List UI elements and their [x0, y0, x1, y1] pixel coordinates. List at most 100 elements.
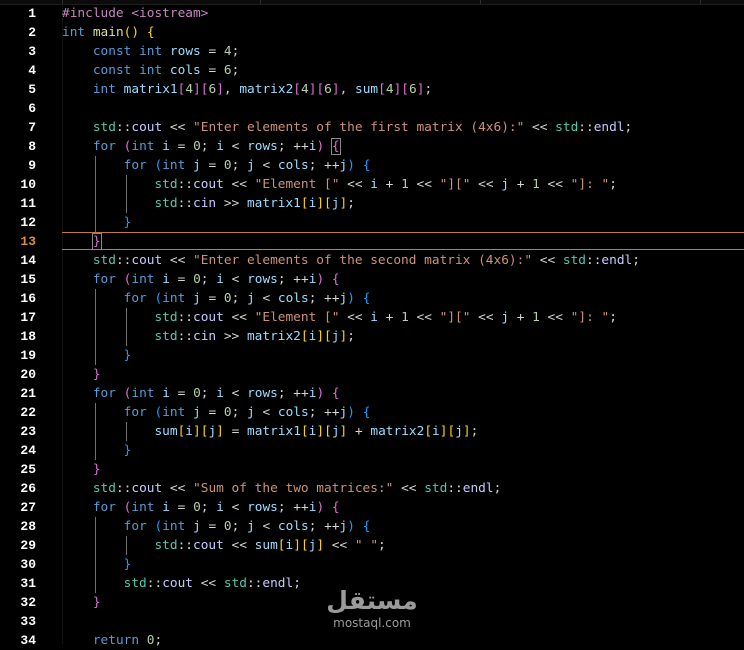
code-text[interactable]: for (int j = 0; j < cols; ++j) {	[62, 403, 371, 422]
code-text[interactable]: }	[62, 460, 101, 479]
code-text[interactable]: }	[62, 346, 132, 365]
line-number: 14	[20, 253, 36, 268]
code-text[interactable]: }	[62, 365, 101, 384]
code-line[interactable]: 6	[0, 99, 744, 118]
code-line[interactable]: 12 }	[0, 213, 744, 232]
code-text[interactable]: const int rows = 4;	[62, 42, 239, 61]
line-number: 13	[20, 234, 36, 249]
line-number: 20	[20, 367, 36, 382]
code-line[interactable]: 25 }	[0, 460, 744, 479]
line-number: 6	[28, 101, 36, 116]
code-line[interactable]: 2 int main() {	[0, 23, 744, 42]
code-line[interactable]: 10 std::cout << "Element [" << i + 1 << …	[0, 175, 744, 194]
code-line[interactable]: 22 for (int j = 0; j < cols; ++j) {	[0, 403, 744, 422]
code-line[interactable]: 34 return 0;	[0, 631, 744, 650]
line-number: 17	[20, 310, 36, 325]
line-number: 7	[28, 120, 36, 135]
code-line[interactable]: 11 std::cin >> matrix1[i][j];	[0, 194, 744, 213]
line-number: 3	[28, 44, 36, 59]
line-number: 29	[20, 538, 36, 553]
code-line[interactable]: 4 const int cols = 6;	[0, 61, 744, 80]
line-number: 15	[20, 272, 36, 287]
line-number: 25	[20, 462, 36, 477]
code-line[interactable]: 20 }	[0, 365, 744, 384]
code-text[interactable]: std::cout << sum[i][j] << " ";	[62, 536, 385, 555]
line-number: 22	[20, 405, 36, 420]
code-text[interactable]: const int cols = 6;	[62, 61, 239, 80]
code-text[interactable]: int matrix1[4][6], matrix2[4][6], sum[4]…	[62, 80, 432, 99]
line-number: 10	[20, 177, 36, 192]
code-line[interactable]: 30 }	[0, 555, 744, 574]
code-line[interactable]: 28 for (int j = 0; j < cols; ++j) {	[0, 517, 744, 536]
line-number: 26	[20, 481, 36, 496]
code-line[interactable]: 17 std::cout << "Element [" << i + 1 << …	[0, 308, 744, 327]
code-line[interactable]: 3 const int rows = 4;	[0, 42, 744, 61]
code-line[interactable]: 26 std::cout << "Sum of the two matrices…	[0, 479, 744, 498]
line-number: 12	[20, 215, 36, 230]
mostaql-watermark: مستقل mostaql.com	[322, 586, 422, 630]
code-line[interactable]: 24 }	[0, 441, 744, 460]
code-text[interactable]: for (int j = 0; j < cols; ++j) {	[62, 289, 371, 308]
code-text[interactable]: for (int j = 0; j < cols; ++j) {	[62, 517, 371, 536]
code-text[interactable]: return 0;	[62, 631, 162, 650]
line-number: 11	[20, 196, 36, 211]
line-number: 4	[28, 63, 36, 78]
code-text[interactable]: #include <iostream>	[62, 4, 208, 23]
code-text[interactable]: std::cin >> matrix1[i][j];	[62, 194, 354, 213]
line-number: 5	[28, 82, 36, 97]
line-number: 34	[20, 633, 36, 648]
code-text[interactable]: for (int i = 0; i < rows; ++i) {	[62, 498, 340, 517]
line-number: 32	[20, 595, 36, 610]
code-text[interactable]: }	[62, 232, 102, 251]
code-line[interactable]: 27 for (int i = 0; i < rows; ++i) {	[0, 498, 744, 517]
code-text[interactable]: for (int j = 0; j < cols; ++j) {	[62, 156, 371, 175]
code-line[interactable]: 8 for (int i = 0; i < rows; ++i) {	[0, 137, 744, 156]
code-text[interactable]: }	[62, 441, 132, 460]
code-text[interactable]: std::cout << "Enter elements of the firs…	[62, 118, 632, 137]
code-line[interactable]: 7 std::cout << "Enter elements of the fi…	[0, 118, 744, 137]
code-line[interactable]: 21 for (int i = 0; i < rows; ++i) {	[0, 384, 744, 403]
code-text[interactable]: std::cout << "Element [" << i + 1 << "][…	[62, 175, 616, 194]
code-line[interactable]: 16 for (int j = 0; j < cols; ++j) {	[0, 289, 744, 308]
line-number: 8	[28, 139, 36, 154]
code-line[interactable]: 15 for (int i = 0; i < rows; ++i) {	[0, 270, 744, 289]
code-text[interactable]: for (int i = 0; i < rows; ++i) {	[62, 270, 340, 289]
code-editor[interactable]: 1 #include <iostream> 2 int main() {3 const…	[0, 0, 744, 648]
code-text[interactable]: }	[62, 555, 132, 574]
code-line[interactable]: 9 for (int j = 0; j < cols; ++j) {	[0, 156, 744, 175]
code-text[interactable]: std::cout << "Enter elements of the seco…	[62, 251, 640, 270]
code-text[interactable]: sum[i][j] = matrix1[i][j] + matrix2[i][j…	[62, 422, 478, 441]
line-number: 21	[20, 386, 36, 401]
code-text[interactable]: }	[62, 593, 101, 612]
code-line[interactable]: 29 std::cout << sum[i][j] << " ";	[0, 536, 744, 555]
watermark-logo-arabic: مستقل	[326, 586, 418, 615]
code-line[interactable]: 13 }	[0, 232, 744, 251]
code-line[interactable]: 18 std::cin >> matrix2[i][j];	[0, 327, 744, 346]
code-text[interactable]: for (int i = 0; i < rows; ++i) {	[62, 137, 341, 156]
watermark-url: mostaql.com	[333, 616, 411, 630]
line-number: 23	[20, 424, 36, 439]
line-number: 28	[20, 519, 36, 534]
line-number: 1	[28, 6, 36, 21]
line-number: 2	[28, 25, 36, 40]
line-number: 27	[20, 500, 36, 515]
code-text[interactable]: int main() {	[62, 23, 155, 42]
code-text[interactable]: std::cin >> matrix2[i][j];	[62, 327, 354, 346]
line-number: 9	[28, 158, 36, 173]
code-line[interactable]: 14 std::cout << "Enter elements of the s…	[0, 251, 744, 270]
line-number: 19	[20, 348, 36, 363]
line-number: 18	[20, 329, 36, 344]
code-text[interactable]: std::cout << "Element [" << i + 1 << "][…	[62, 308, 616, 327]
code-text[interactable]: std::cout << std::endl;	[62, 574, 301, 593]
code-text[interactable]: }	[62, 213, 132, 232]
code-line[interactable]: 23 sum[i][j] = matrix1[i][j] + matrix2[i…	[0, 422, 744, 441]
line-number: 24	[20, 443, 36, 458]
line-number: 30	[20, 557, 36, 572]
code-line[interactable]: 5 int matrix1[4][6], matrix2[4][6], sum[…	[0, 80, 744, 99]
code-text[interactable]: std::cout << "Sum of the two matrices:" …	[62, 479, 501, 498]
code-line[interactable]: 1 #include <iostream>	[0, 4, 744, 23]
code-line[interactable]: 19 }	[0, 346, 744, 365]
line-number: 31	[20, 576, 36, 591]
code-text[interactable]: for (int i = 0; i < rows; ++i) {	[62, 384, 340, 403]
line-number: 33	[20, 614, 36, 629]
